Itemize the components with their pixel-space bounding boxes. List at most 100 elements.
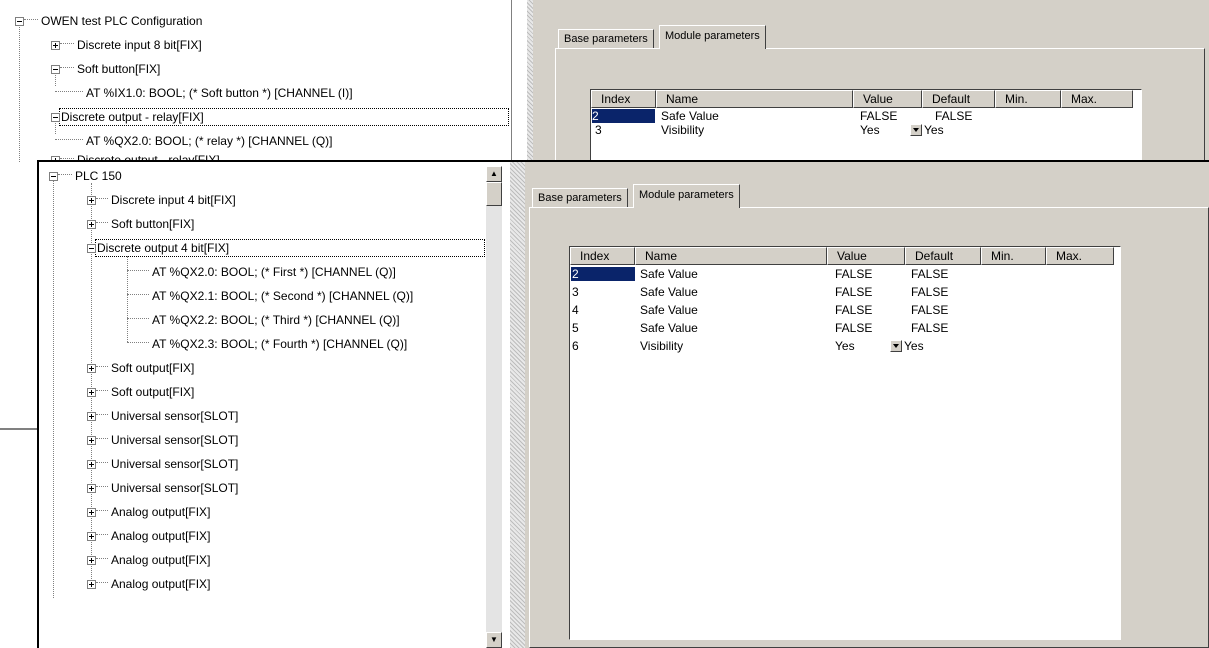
col-header-default[interactable]: Default — [922, 90, 995, 108]
col-header-max[interactable]: Max. — [1046, 247, 1114, 265]
tree-node-discrete-input[interactable]: Discrete input 4 bit[FIX] — [87, 192, 237, 208]
cell-index[interactable]: 4 — [572, 303, 579, 317]
expand-icon[interactable] — [87, 580, 96, 589]
col-header-max[interactable]: Max. — [1061, 90, 1133, 108]
tree-node-universal-sensor[interactable]: Universal sensor[SLOT] — [87, 408, 239, 424]
expand-icon[interactable] — [51, 41, 60, 50]
tree-node-channel[interactable]: AT %QX2.0: BOOL; (* relay *) [CHANNEL (Q… — [55, 133, 334, 149]
chevron-down-icon[interactable] — [910, 124, 922, 136]
cell-index[interactable]: 3 — [595, 123, 602, 137]
tree-node-soft-output[interactable]: Soft output[FIX] — [87, 384, 195, 400]
expand-icon[interactable] — [87, 196, 96, 205]
tree-node-analog-output[interactable]: Analog output[FIX] — [87, 576, 211, 592]
tab-module-parameters[interactable]: Module parameters — [633, 184, 740, 208]
table-row[interactable]: 3 Safe Value FALSE FALSE — [570, 285, 1120, 299]
col-header-index[interactable]: Index — [570, 247, 635, 265]
table-row[interactable]: 2 Safe Value FALSE FALSE — [591, 109, 1141, 123]
tab-base-parameters[interactable]: Base parameters — [558, 29, 654, 49]
tree-node-channel[interactable]: AT %QX2.0: BOOL; (* First *) [CHANNEL (Q… — [127, 264, 397, 280]
col-header-default[interactable]: Default — [905, 247, 981, 265]
collapse-icon[interactable] — [87, 244, 96, 253]
tab-module-parameters[interactable]: Module parameters — [659, 25, 766, 49]
expand-icon[interactable] — [87, 508, 96, 517]
tab-base-parameters[interactable]: Base parameters — [532, 188, 628, 208]
cell-index[interactable]: 3 — [572, 285, 579, 299]
col-header-min[interactable]: Min. — [995, 90, 1061, 108]
cell-value[interactable]: FALSE — [860, 109, 897, 123]
cell-name[interactable]: Safe Value — [640, 321, 698, 335]
tree-node-channel[interactable]: AT %QX2.1: BOOL; (* Second *) [CHANNEL (… — [127, 288, 414, 304]
col-header-value[interactable]: Value — [827, 247, 905, 265]
tree-root-node[interactable]: PLC 150 — [49, 168, 123, 184]
cell-name[interactable]: Visibility — [640, 339, 683, 353]
chevron-down-icon[interactable] — [890, 340, 902, 352]
col-header-name[interactable]: Name — [635, 247, 827, 265]
tree-node-universal-sensor[interactable]: Universal sensor[SLOT] — [87, 432, 239, 448]
tree-node-soft-output[interactable]: Soft output[FIX] — [87, 360, 195, 376]
collapse-icon[interactable] — [51, 113, 60, 122]
cell-name[interactable]: Safe Value — [640, 267, 698, 281]
back-tree-scrollbar[interactable]: ▲ — [511, 10, 512, 160]
arrow-down-icon[interactable]: ▼ — [486, 632, 502, 648]
tree-node-soft-button[interactable]: Soft button[FIX] — [87, 216, 195, 232]
front-config-tree[interactable]: PLC 150 Discrete input 4 bit[FIX] Soft b… — [39, 162, 510, 648]
tree-node-channel[interactable]: AT %IX1.0: BOOL; (* Soft button *) [CHAN… — [55, 85, 354, 101]
tree-node-analog-output[interactable]: Analog output[FIX] — [87, 504, 211, 520]
cell-value[interactable]: FALSE — [835, 321, 872, 335]
tree-node-universal-sensor[interactable]: Universal sensor[SLOT] — [87, 456, 239, 472]
cell-index[interactable]: 6 — [572, 339, 579, 353]
table-row[interactable]: 2 Safe Value FALSE FALSE — [570, 267, 1120, 281]
tree-node-channel[interactable]: AT %QX2.3: BOOL; (* Fourth *) [CHANNEL (… — [127, 336, 408, 352]
expand-icon[interactable] — [87, 412, 96, 421]
cell-value[interactable]: FALSE — [835, 303, 872, 317]
back-parameter-grid[interactable]: Index Name Value Default Min. Max. 2 Saf… — [590, 89, 1142, 160]
cell-index[interactable]: 5 — [572, 321, 579, 335]
expand-icon[interactable] — [87, 460, 96, 469]
cell-name[interactable]: Safe Value — [661, 109, 719, 123]
tree-node-discrete-output-relay[interactable]: Discrete output - relay[FIX] — [51, 108, 509, 126]
cell-value[interactable]: FALSE — [835, 285, 872, 299]
table-row[interactable]: 4 Safe Value FALSE FALSE — [570, 303, 1120, 317]
collapse-icon[interactable] — [15, 17, 24, 26]
expand-icon[interactable] — [87, 436, 96, 445]
front-splitter[interactable] — [510, 162, 525, 648]
col-header-min[interactable]: Min. — [981, 247, 1046, 265]
col-header-value[interactable]: Value — [853, 90, 922, 108]
table-row[interactable]: 5 Safe Value FALSE FALSE — [570, 321, 1120, 335]
col-header-name[interactable]: Name — [656, 90, 853, 108]
tree-node-analog-output[interactable]: Analog output[FIX] — [87, 528, 211, 544]
arrow-up-icon[interactable]: ▲ — [511, 10, 512, 26]
cell-name[interactable]: Safe Value — [640, 303, 698, 317]
expand-icon[interactable] — [87, 556, 96, 565]
cell-name[interactable]: Visibility — [661, 123, 704, 137]
table-row[interactable]: 3 Visibility Yes Yes — [591, 123, 1141, 137]
scroll-thumb[interactable] — [511, 26, 512, 50]
tree-node-analog-output[interactable]: Analog output[FIX] — [87, 552, 211, 568]
scroll-thumb[interactable] — [486, 182, 502, 206]
tree-node-soft-button[interactable]: Soft button[FIX] — [51, 61, 161, 77]
cell-index[interactable]: 2 — [592, 109, 655, 123]
cell-index[interactable]: 2 — [571, 267, 635, 281]
collapse-icon[interactable] — [51, 65, 60, 74]
cell-value[interactable]: Yes — [835, 339, 855, 353]
cell-value[interactable]: Yes — [860, 123, 880, 137]
tree-node-discrete-input[interactable]: Discrete input 8 bit[FIX] — [51, 37, 203, 53]
collapse-icon[interactable] — [49, 172, 58, 181]
table-row[interactable]: 6 Visibility Yes Yes — [570, 339, 1120, 353]
expand-icon[interactable] — [87, 532, 96, 541]
tab-label: Base parameters — [564, 33, 648, 45]
expand-icon[interactable] — [87, 484, 96, 493]
front-parameter-grid[interactable]: Index Name Value Default Min. Max. 2 Saf… — [569, 246, 1121, 640]
tree-root-node[interactable]: OWEN test PLC Configuration — [15, 13, 203, 29]
tree-node-universal-sensor[interactable]: Universal sensor[SLOT] — [87, 480, 239, 496]
front-tree-scrollbar[interactable]: ▲ ▼ — [486, 166, 502, 648]
cell-name[interactable]: Safe Value — [640, 285, 698, 299]
cell-value[interactable]: FALSE — [835, 267, 872, 281]
col-header-index[interactable]: Index — [591, 90, 656, 108]
tree-node-discrete-output[interactable]: Discrete output 4 bit[FIX] — [87, 239, 485, 257]
expand-icon[interactable] — [87, 220, 96, 229]
expand-icon[interactable] — [87, 364, 96, 373]
expand-icon[interactable] — [87, 388, 96, 397]
arrow-up-icon[interactable]: ▲ — [486, 166, 502, 182]
tree-node-channel[interactable]: AT %QX2.2: BOOL; (* Third *) [CHANNEL (Q… — [127, 312, 401, 328]
